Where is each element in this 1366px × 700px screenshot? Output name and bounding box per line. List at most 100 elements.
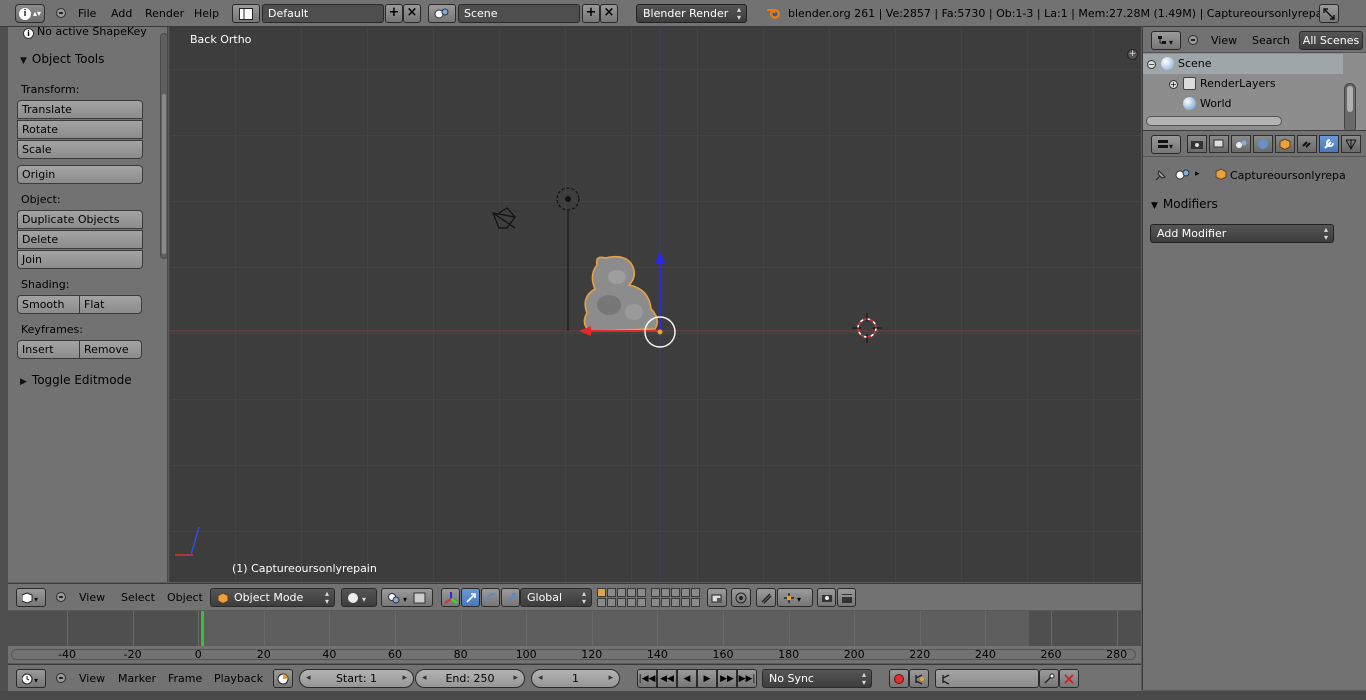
- 3d-view-editor-type-icon[interactable]: ▾: [16, 588, 46, 607]
- layer-button[interactable]: [661, 588, 670, 597]
- rotate-manipulator-icon[interactable]: [481, 588, 500, 607]
- current-frame-cursor[interactable]: [201, 611, 204, 646]
- layout-name-field[interactable]: Default: [262, 4, 384, 23]
- collapse-menu-icon[interactable]: [56, 8, 66, 18]
- join-button[interactable]: Join: [17, 250, 143, 269]
- layer-button[interactable]: [617, 588, 626, 597]
- menu-playback[interactable]: Playback: [214, 672, 263, 685]
- layer-button[interactable]: [671, 598, 680, 607]
- transform-orientation-dropdown[interactable]: Global ▴ ▾: [520, 588, 592, 607]
- outliner-row-scene[interactable]: − Scene: [1143, 54, 1343, 74]
- layer-button[interactable]: [607, 588, 616, 597]
- render-engine-dropdown[interactable]: Blender Render ▴ ▾: [636, 4, 747, 23]
- render-animation-icon[interactable]: [837, 588, 856, 607]
- active-keying-set-field[interactable]: [935, 669, 1039, 688]
- increment-icon[interactable]: ▸: [402, 670, 407, 687]
- properties-toggle-icon[interactable]: +: [1127, 49, 1138, 60]
- menu-select[interactable]: Select: [121, 591, 155, 604]
- outliner-editor-type-icon[interactable]: ▾: [1151, 31, 1181, 50]
- timeline-editor[interactable]: -40 -20 0 20 40 60 80 100 120 140 160 180 200 220 240 2…: [8, 611, 1141, 663]
- decrement-icon[interactable]: ◂: [422, 670, 427, 687]
- increment-icon[interactable]: ▸: [513, 670, 518, 687]
- current-frame-field[interactable]: ◂ 1 ▸: [531, 669, 620, 688]
- delete-button[interactable]: Delete: [17, 230, 143, 249]
- increment-icon[interactable]: ▸: [608, 670, 613, 687]
- viewport-shading-dropdown[interactable]: ▾: [341, 588, 377, 607]
- render-preview-icon[interactable]: [817, 588, 836, 607]
- outliner-row-world[interactable]: World: [1143, 94, 1343, 114]
- delete-scene-button[interactable]: ×: [600, 4, 618, 23]
- proportional-edit-icon[interactable]: [731, 588, 751, 607]
- modifiers-tab-icon[interactable]: [1319, 135, 1339, 153]
- keying-set-icon[interactable]: [909, 669, 929, 688]
- screen-layout-icon[interactable]: [232, 4, 260, 23]
- menu-file[interactable]: File: [78, 7, 96, 20]
- insert-keyframes-icon[interactable]: [1039, 669, 1059, 688]
- timeline-track[interactable]: [8, 611, 1141, 646]
- collapse-icon[interactable]: −: [1147, 60, 1156, 69]
- translate-manipulator-icon[interactable]: [461, 588, 480, 607]
- layer-button[interactable]: [597, 598, 606, 607]
- outliner-row-renderlayers[interactable]: + RenderLayers: [1143, 74, 1343, 94]
- layer-button[interactable]: [691, 588, 700, 597]
- toggle-editmode-panel-header[interactable]: ▶ Toggle Editmode: [20, 373, 132, 387]
- collapse-menu-icon[interactable]: [1188, 35, 1198, 45]
- menu-view[interactable]: View: [79, 591, 105, 604]
- manipulator-toggle-icon[interactable]: [441, 588, 460, 607]
- end-frame-field[interactable]: ◂ End: 250 ▸: [415, 669, 525, 688]
- layer-button[interactable]: [681, 588, 690, 597]
- play-reverse-icon[interactable]: ◀: [677, 669, 697, 688]
- layer-button[interactable]: [607, 598, 616, 607]
- layer-button[interactable]: [597, 588, 606, 597]
- layer-button[interactable]: [661, 598, 670, 607]
- expand-icon[interactable]: +: [1169, 80, 1178, 89]
- menu-object[interactable]: Object: [167, 591, 203, 604]
- pivot-point-dropdown[interactable]: ▾: [381, 588, 433, 607]
- outliner-horizontal-scrollbar[interactable]: [1146, 116, 1282, 126]
- render-layers-tab-icon[interactable]: [1209, 135, 1229, 153]
- menu-view[interactable]: View: [79, 672, 105, 685]
- layer-button[interactable]: [691, 598, 700, 607]
- outliner-menu-search[interactable]: Search: [1252, 34, 1290, 47]
- scene-tab-icon[interactable]: [1231, 135, 1251, 153]
- layer-buttons-right[interactable]: [651, 588, 700, 607]
- decrement-icon[interactable]: ◂: [306, 670, 311, 687]
- preview-range-icon[interactable]: [273, 669, 293, 688]
- object-tab-icon[interactable]: [1275, 135, 1295, 153]
- menu-frame[interactable]: Frame: [168, 672, 202, 685]
- layer-button[interactable]: [627, 588, 636, 597]
- delete-keyframes-icon[interactable]: [1059, 669, 1079, 688]
- snap-element-dropdown[interactable]: ▾: [777, 588, 813, 607]
- timeline-editor-type-icon[interactable]: ▾: [16, 669, 46, 688]
- fullscreen-icon[interactable]: [1319, 4, 1339, 23]
- menu-render[interactable]: Render: [145, 7, 184, 20]
- timeline-scrollbar[interactable]: [11, 649, 1136, 660]
- menu-help[interactable]: Help: [194, 7, 219, 20]
- outliner-filter-dropdown[interactable]: All Scenes: [1299, 31, 1363, 50]
- rotate-button[interactable]: Rotate: [17, 120, 143, 139]
- jump-to-keyframe-forward-icon[interactable]: ▶▶: [717, 669, 737, 688]
- data-tab-icon[interactable]: [1341, 135, 1361, 153]
- duplicate-objects-button[interactable]: Duplicate Objects: [17, 210, 143, 229]
- play-icon[interactable]: ▶: [697, 669, 717, 688]
- modifiers-panel-header[interactable]: ▼ Modifiers: [1151, 197, 1218, 211]
- origin-button[interactable]: Origin: [17, 165, 143, 184]
- jump-to-start-icon[interactable]: |◀◀: [637, 669, 657, 688]
- jump-to-end-icon[interactable]: ▶▶|: [737, 669, 757, 688]
- menu-marker[interactable]: Marker: [118, 672, 156, 685]
- tool-shelf-scrollbar[interactable]: [160, 33, 168, 259]
- smooth-button[interactable]: Smooth: [17, 295, 80, 314]
- constraints-tab-icon[interactable]: [1297, 135, 1317, 153]
- collapse-menu-icon[interactable]: [56, 673, 66, 683]
- object-tools-panel-header[interactable]: ▼ Object Tools: [20, 52, 104, 66]
- layer-button[interactable]: [617, 598, 626, 607]
- flat-button[interactable]: Flat: [79, 295, 142, 314]
- collapse-menu-icon[interactable]: [56, 592, 66, 602]
- mode-dropdown[interactable]: Object Mode ▴ ▾: [210, 588, 335, 607]
- translate-button[interactable]: Translate: [17, 100, 143, 119]
- add-scene-button[interactable]: +: [582, 4, 600, 23]
- layer-button[interactable]: [637, 598, 646, 607]
- scale-button[interactable]: Scale: [17, 140, 143, 159]
- layer-buttons-left[interactable]: [597, 588, 646, 607]
- snap-toggle-icon[interactable]: [756, 588, 776, 607]
